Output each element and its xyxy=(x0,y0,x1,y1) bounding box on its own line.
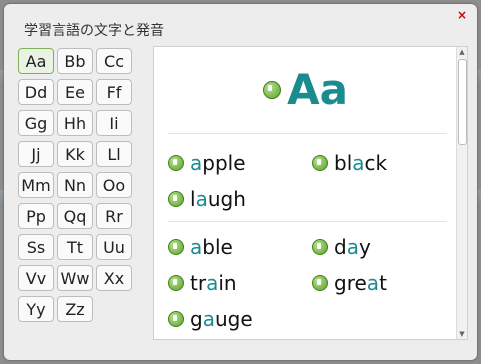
word-highlight: a xyxy=(195,187,208,211)
word-highlight: a xyxy=(190,151,203,175)
word-part: tr xyxy=(190,271,207,295)
letter-button-xx[interactable]: Xx xyxy=(96,265,132,291)
speaker-icon[interactable] xyxy=(168,191,184,207)
letter-button-jj[interactable]: Jj xyxy=(18,141,54,167)
letter-button-ee[interactable]: Ee xyxy=(57,79,93,105)
letter-button-dd[interactable]: Dd xyxy=(18,79,54,105)
letter-button-rr[interactable]: Rr xyxy=(96,203,132,229)
word-example: g a uge xyxy=(168,307,253,331)
word-highlight: a xyxy=(190,235,203,259)
scroll-down-icon[interactable]: ▼ xyxy=(457,329,467,339)
word-part: pple xyxy=(202,151,246,175)
word-example: day xyxy=(312,235,371,259)
word-highlight: a xyxy=(366,271,380,295)
speaker-icon[interactable] xyxy=(312,275,328,291)
letter-button-ss[interactable]: Ss xyxy=(18,234,54,260)
letter-button-mm[interactable]: Mm xyxy=(18,172,54,198)
letter-grid: Aa Bb Cc Dd Ee Ff Gg Hh Ii Jj Kk Ll Mm N… xyxy=(18,48,138,322)
word-part: t xyxy=(379,271,387,295)
word-part: ble xyxy=(202,235,233,259)
word-part: gre xyxy=(334,271,367,295)
dialog-title: 学習言語の文字と発音 xyxy=(24,23,164,39)
speaker-icon[interactable] xyxy=(263,80,282,99)
letter-button-ff[interactable]: Ff xyxy=(96,79,132,105)
scroll-up-icon[interactable]: ▲ xyxy=(457,47,467,57)
divider xyxy=(168,133,447,134)
speaker-icon[interactable] xyxy=(168,311,184,327)
word-part: d xyxy=(334,235,347,259)
word-example: a ble xyxy=(168,235,233,259)
letter-button-zz[interactable]: Zz xyxy=(57,296,93,322)
letter-button-oo[interactable]: Oo xyxy=(96,172,132,198)
word-part: in xyxy=(218,271,237,295)
speaker-icon[interactable] xyxy=(168,239,184,255)
speaker-icon[interactable] xyxy=(168,155,184,171)
speaker-icon[interactable] xyxy=(168,275,184,291)
letter-button-bb[interactable]: Bb xyxy=(57,48,93,74)
speaker-icon[interactable] xyxy=(312,239,328,255)
letter-button-qq[interactable]: Qq xyxy=(57,203,93,229)
letter-button-hh[interactable]: Hh xyxy=(57,110,93,136)
vertical-scrollbar[interactable]: ▲ ▼ xyxy=(456,47,467,339)
letter-button-vv[interactable]: Vv xyxy=(18,265,54,291)
letter-button-tt[interactable]: Tt xyxy=(57,234,93,260)
letter-button-ww[interactable]: Ww xyxy=(57,265,93,291)
word-highlight: a xyxy=(202,307,215,331)
letter-button-ll[interactable]: Ll xyxy=(96,141,132,167)
word-example: bl a ck xyxy=(312,151,387,175)
word-part: ck xyxy=(364,151,388,175)
letter-button-cc[interactable]: Cc xyxy=(96,48,132,74)
letter-detail-panel: Aa a pple bl a ck l a ugh a ble day tr a in xyxy=(153,46,468,340)
close-icon[interactable]: × xyxy=(457,8,467,22)
word-part: bl xyxy=(334,151,353,175)
letter-button-aa[interactable]: Aa xyxy=(18,48,54,74)
word-highlight: a xyxy=(346,235,359,259)
word-example: gre a t xyxy=(312,271,387,295)
letter-button-yy[interactable]: Yy xyxy=(18,296,54,322)
word-highlight: a xyxy=(352,151,365,175)
letter-heading-text: Aa xyxy=(287,65,348,114)
word-part: ugh xyxy=(207,187,246,211)
letter-heading: Aa xyxy=(154,65,457,114)
word-example: a pple xyxy=(168,151,246,175)
divider xyxy=(168,221,447,222)
letter-button-kk[interactable]: Kk xyxy=(57,141,93,167)
letter-button-pp[interactable]: Pp xyxy=(18,203,54,229)
letter-button-gg[interactable]: Gg xyxy=(18,110,54,136)
scroll-thumb[interactable] xyxy=(458,59,467,145)
letter-button-uu[interactable]: Uu xyxy=(96,234,132,260)
word-example: tr a in xyxy=(168,271,237,295)
letter-button-nn[interactable]: Nn xyxy=(57,172,93,198)
word-part: g xyxy=(190,307,203,331)
word-example: l a ugh xyxy=(168,187,246,211)
word-part: uge xyxy=(214,307,253,331)
letters-dialog: 学習言語の文字と発音 × Aa Bb Cc Dd Ee Ff Gg Hh Ii … xyxy=(4,4,477,360)
letter-button-ii[interactable]: Ii xyxy=(96,110,132,136)
word-highlight: a xyxy=(206,271,219,295)
word-part: y xyxy=(358,235,371,259)
speaker-icon[interactable] xyxy=(312,155,328,171)
